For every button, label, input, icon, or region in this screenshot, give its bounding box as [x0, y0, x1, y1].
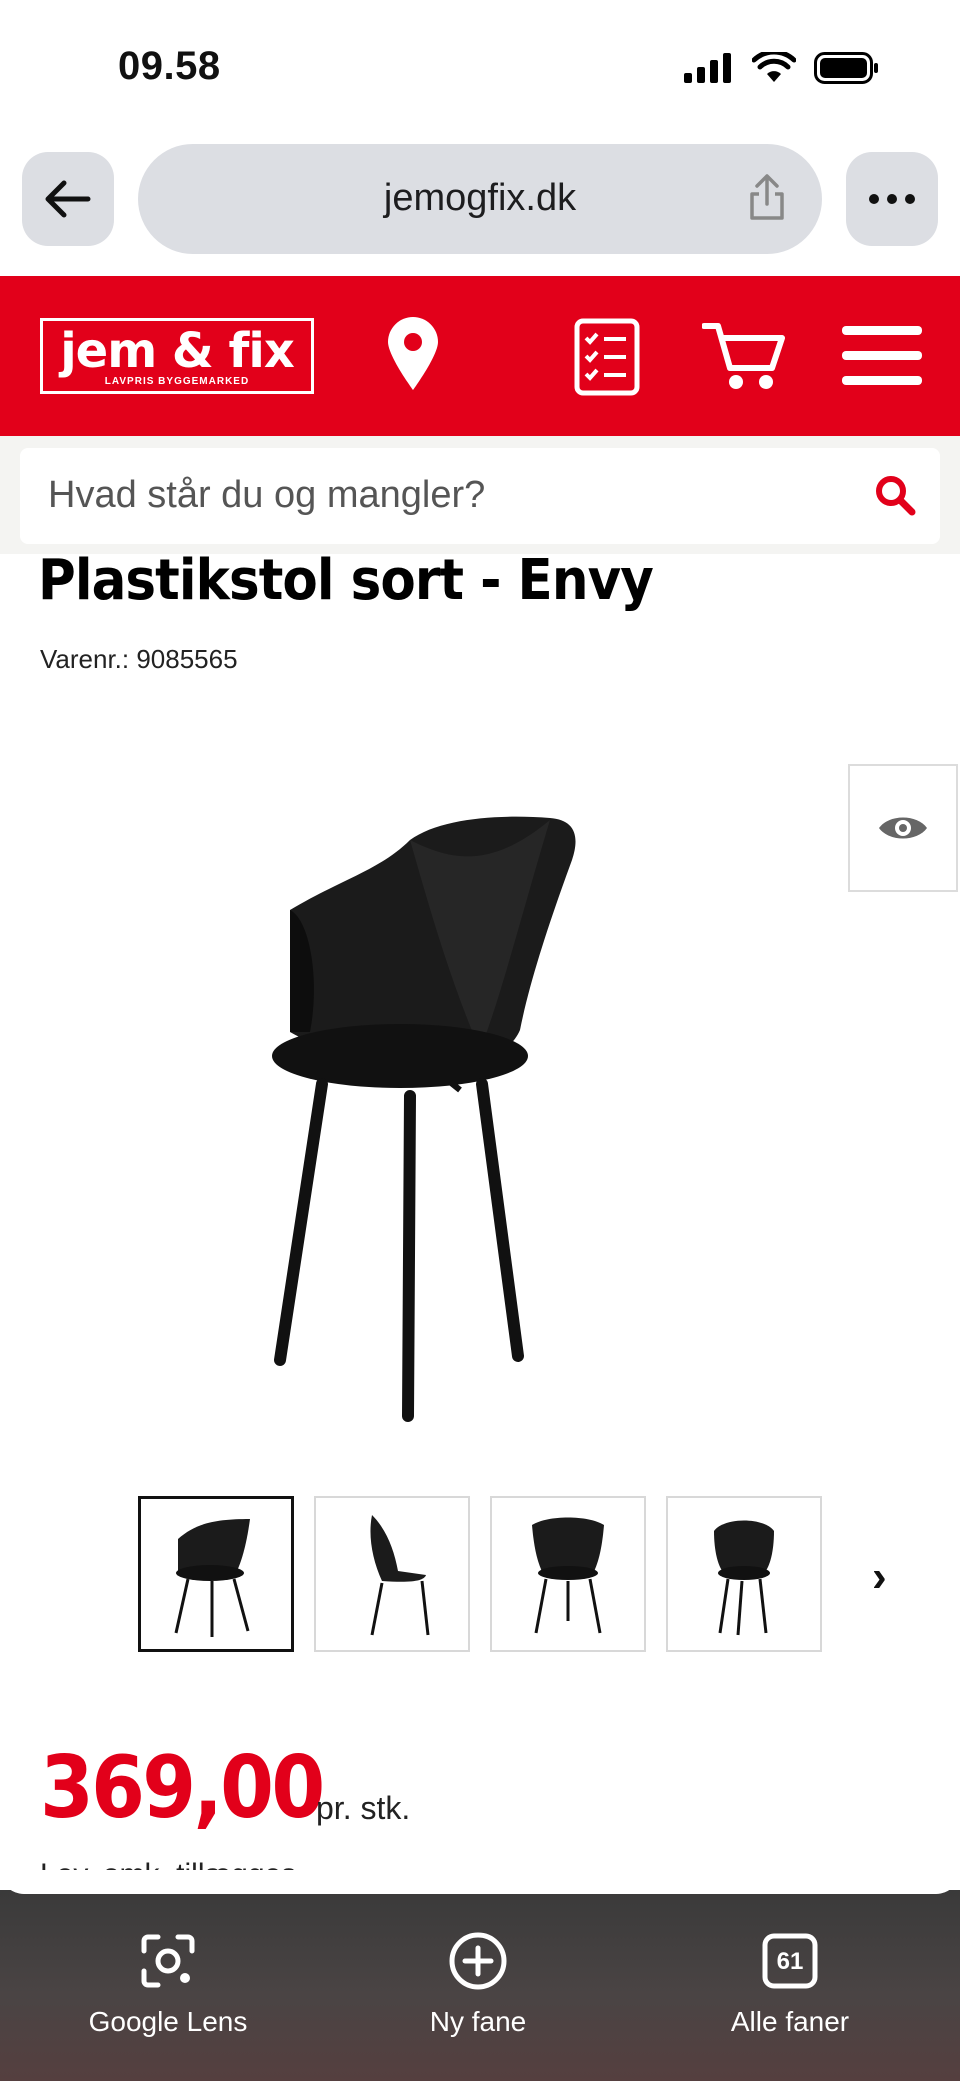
eye-icon [879, 817, 927, 839]
chair-thumbnail [174, 1519, 250, 1637]
product-price: 369,00 [40, 1738, 325, 1838]
chevron-right-icon: › [872, 1552, 887, 1601]
store-locator-button[interactable] [386, 316, 440, 397]
share-icon [750, 174, 784, 220]
share-button[interactable] [746, 174, 788, 227]
all-tabs-button[interactable]: 61 Alle faner [670, 1926, 910, 2038]
ellipsis-icon [869, 194, 915, 204]
search-button[interactable] [874, 474, 916, 521]
thumbnail-1[interactable] [138, 1496, 294, 1652]
chair-thumbnail [532, 1517, 604, 1634]
url-text: jemogfix.dk [383, 177, 577, 219]
status-time: 09.58 [118, 44, 221, 88]
google-lens-button[interactable]: Google Lens [48, 1926, 288, 2038]
chair-thumbnail [370, 1515, 430, 1636]
price-unit: pr. stk. [316, 1790, 411, 1826]
thumbnail-3[interactable] [490, 1496, 646, 1652]
hamburger-menu-icon [842, 326, 922, 385]
arrow-left-icon [45, 180, 91, 218]
plus-circle-icon [449, 1932, 507, 1990]
menu-button[interactable] [842, 324, 922, 393]
search-bar: Hvad står du og mangler? [0, 436, 960, 554]
google-lens-label: Google Lens [88, 2006, 248, 2037]
thumbnail-strip [138, 1496, 822, 1652]
site-header: jem & fix LAVPRIS BYGGEMARKED [0, 276, 960, 436]
browser-toolbar: jemogfix.dk [0, 140, 960, 276]
new-tab-button[interactable]: Ny fane [358, 1926, 598, 2038]
camera-lens-icon [141, 1934, 195, 1988]
more-options-button[interactable] [846, 152, 938, 246]
cart-button[interactable] [701, 320, 786, 397]
address-bar[interactable]: jemogfix.dk [138, 144, 822, 254]
shopping-list-button[interactable] [574, 318, 640, 401]
location-pin-icon [388, 317, 438, 390]
chair-thumbnail [714, 1520, 774, 1636]
page-card-edge [0, 1870, 960, 1894]
all-tabs-label: Alle faner [730, 2006, 850, 2037]
status-bar: 09.58 [0, 0, 960, 140]
logo-text: jem & fix [60, 323, 295, 379]
wifi-icon [752, 52, 796, 82]
browser-bottom-toolbar: Google Lens Ny fane 61 Alle faner [0, 1890, 960, 2081]
search-input[interactable]: Hvad står du og mangler? [48, 474, 485, 517]
thumbnail-4[interactable] [666, 1496, 822, 1652]
cart-icon [701, 323, 785, 389]
thumbnail-2[interactable] [314, 1496, 470, 1652]
product-sku: Varenr.: 9085565 [40, 644, 238, 674]
signal-icon [684, 53, 731, 83]
search-icon [876, 476, 916, 516]
product-image[interactable] [250, 800, 710, 1440]
back-button[interactable] [22, 152, 114, 246]
tab-count-badge: 61 [776, 1948, 804, 1975]
checklist-icon [574, 318, 640, 396]
status-icons [684, 52, 880, 84]
product-title: Plastikstol sort - Envy [38, 548, 654, 613]
next-thumbnail-button[interactable]: › [872, 1552, 887, 1602]
view-button[interactable] [848, 764, 958, 892]
jem-fix-logo[interactable]: jem & fix LAVPRIS BYGGEMARKED [40, 318, 314, 394]
new-tab-label: Ny fane [429, 2006, 527, 2037]
search-field[interactable]: Hvad står du og mangler? [20, 448, 940, 544]
battery-icon [814, 52, 878, 84]
